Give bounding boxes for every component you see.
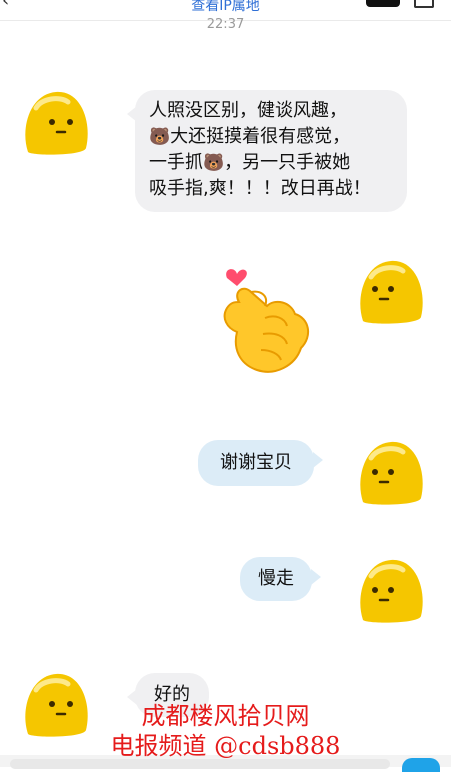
- message-bubble-1[interactable]: 人照没区别，健谈风趣， 🐻大还挺摸着很有感觉， 一手抓🐻，另一只手被她 吸手指,…: [127, 90, 407, 212]
- top-bar: ‹ 查看IP属地 22:37: [0, 0, 451, 36]
- bear-icon: 🐻: [203, 153, 225, 173]
- top-right-button[interactable]: [366, 0, 400, 7]
- watermark-line-2: 电报频道 @cdsb888: [110, 732, 341, 760]
- message-bubble-thanks[interactable]: 谢谢宝贝: [198, 440, 323, 486]
- more-icon[interactable]: [414, 0, 434, 8]
- message-line: 🐻大还挺摸着很有感觉，: [149, 126, 351, 147]
- message-line: 人照没区别，健谈风趣，: [149, 100, 347, 121]
- pinch-heart-hand-emoji[interactable]: [205, 262, 317, 380]
- avatar-right[interactable]: [355, 257, 427, 325]
- message-line: 吸手指,爽！！！改日再战！: [149, 178, 371, 199]
- message-bubble-goodbye[interactable]: 慢走: [240, 557, 321, 601]
- timestamp: 22:37: [206, 17, 245, 32]
- avatar-left[interactable]: [20, 88, 92, 156]
- watermark-line-1: 成都楼风拾贝网: [141, 702, 310, 730]
- message-line: 一手抓🐻，另一只手被她: [149, 152, 351, 173]
- avatar-right[interactable]: [355, 438, 427, 506]
- avatar-right[interactable]: [355, 556, 427, 624]
- bear-icon: 🐻: [149, 127, 171, 147]
